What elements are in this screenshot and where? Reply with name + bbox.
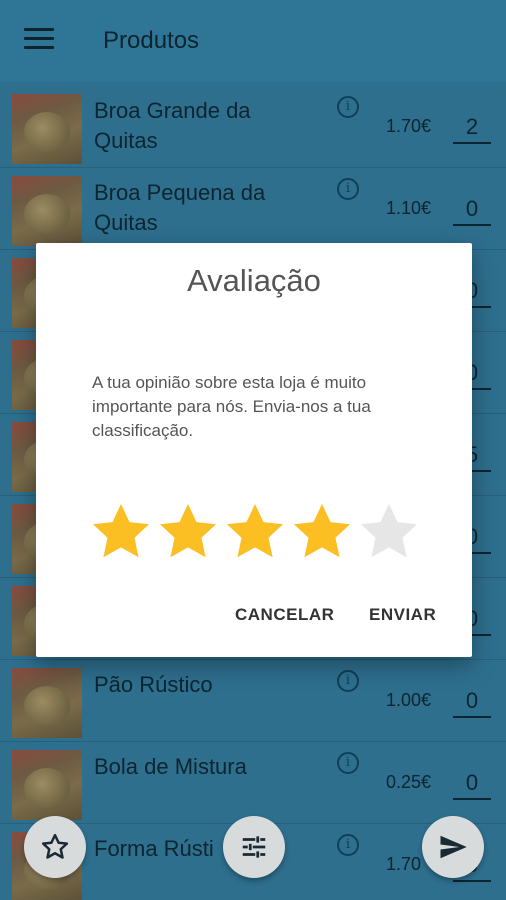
rating-stars[interactable] <box>88 499 428 565</box>
star-icon[interactable] <box>88 499 154 565</box>
star-icon[interactable] <box>155 499 221 565</box>
star-icon[interactable] <box>356 499 422 565</box>
dialog-title: Avaliação <box>187 263 321 298</box>
star-outline-icon <box>41 833 69 859</box>
send-icon <box>440 835 467 859</box>
filter-button[interactable] <box>223 816 285 878</box>
send-order-button[interactable] <box>422 816 484 878</box>
star-icon[interactable] <box>222 499 288 565</box>
sliders-icon <box>242 836 266 858</box>
star-icon[interactable] <box>289 499 355 565</box>
favorite-button[interactable] <box>24 816 86 878</box>
dialog-message: A tua opinião sobre esta loja é muito im… <box>92 373 371 440</box>
send-button[interactable]: ENVIAR <box>369 605 436 625</box>
cancel-button[interactable]: CANCELAR <box>235 605 334 625</box>
rating-dialog: Avaliação A tua opinião sobre esta loja … <box>36 243 472 657</box>
